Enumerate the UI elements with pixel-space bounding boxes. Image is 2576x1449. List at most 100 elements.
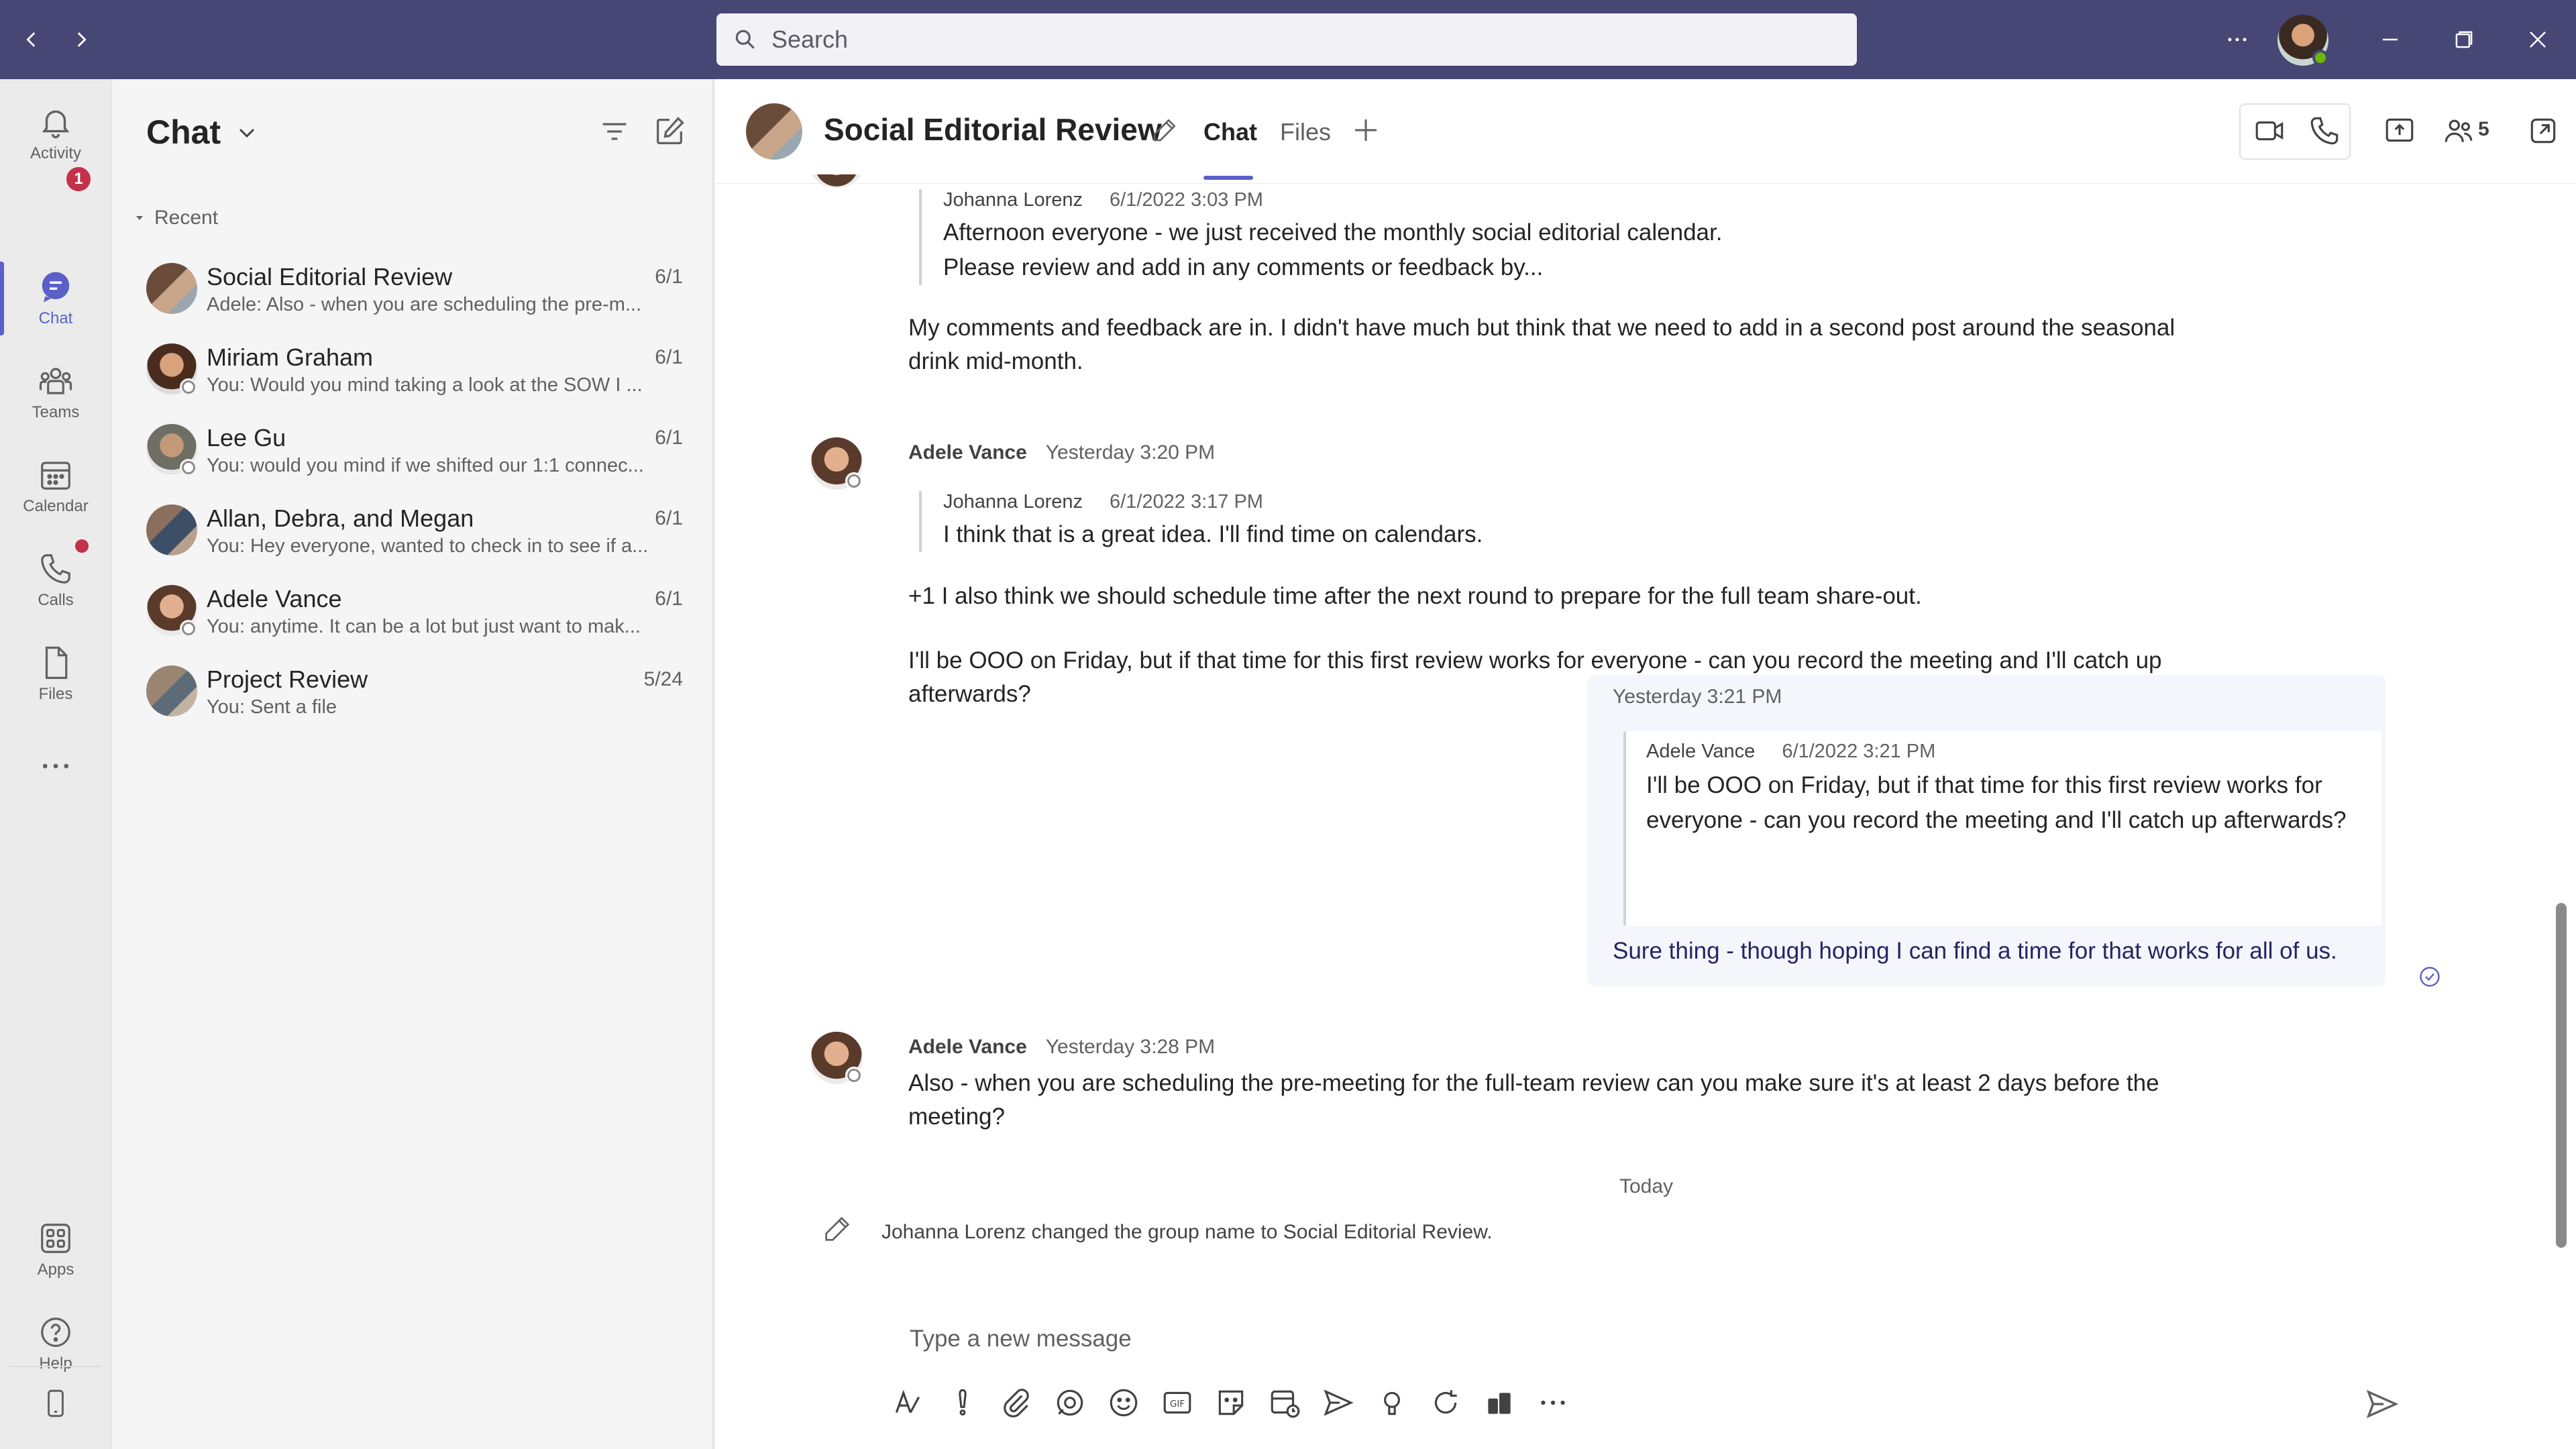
forward-arrow-icon[interactable] <box>64 23 98 56</box>
chat-name: Allan, Debra, and Megan <box>207 504 474 532</box>
audio-call-icon[interactable] <box>2308 114 2341 148</box>
share-screen-icon[interactable] <box>2383 114 2416 148</box>
quoted-message: Johanna Lorenz 6/1/2022 3:17 PM I think t… <box>919 491 1724 552</box>
search-input[interactable]: Search <box>716 13 1857 66</box>
recent-label: Recent <box>154 207 219 229</box>
file-icon <box>45 646 68 680</box>
apps-icon <box>41 1224 70 1253</box>
compose-input[interactable]: Type a new message <box>910 1326 1132 1352</box>
group-avatar <box>146 263 197 314</box>
rail-item-calls[interactable]: Calls <box>0 537 111 624</box>
chat-list-item[interactable]: Lee Gu You: would you mind if we shifted… <box>113 415 714 495</box>
chat-date: 6/1 <box>655 507 683 529</box>
send-icon[interactable] <box>2364 1386 2400 1422</box>
chat-date: 6/1 <box>655 427 683 449</box>
quote-header: Adele Vance 6/1/2022 3:21 PM <box>1646 741 2361 763</box>
edit-pencil-icon <box>825 1216 850 1241</box>
quote-header: Johanna Lorenz 6/1/2022 3:03 PM <box>943 189 1724 211</box>
rail-item-calendar[interactable]: Calendar <box>0 443 111 530</box>
rail-item-apps[interactable]: Apps <box>0 1206 111 1293</box>
restore-icon[interactable] <box>2445 20 2483 59</box>
rail-item-activity[interactable]: Activity <box>0 90 111 177</box>
chat-date: 6/1 <box>655 588 683 610</box>
rail-label: Calendar <box>23 497 89 515</box>
quoted-message: Johanna Lorenz 6/1/2022 3:03 PM Afternoon… <box>919 189 1724 285</box>
rail-item-files[interactable]: Files <box>0 631 111 718</box>
loop-icon[interactable] <box>1053 1386 1087 1419</box>
minimize-icon[interactable] <box>2371 20 2410 59</box>
presence-icon <box>180 378 197 396</box>
title-bar: Search <box>0 0 2576 79</box>
participants-icon[interactable] <box>2442 114 2475 148</box>
presence-icon <box>180 620 197 637</box>
new-chat-icon[interactable] <box>652 114 687 149</box>
rail-label: Apps <box>37 1260 74 1279</box>
close-icon[interactable] <box>2518 20 2557 59</box>
back-arrow-icon[interactable] <box>15 23 48 56</box>
chat-name: Adele Vance <box>207 585 342 612</box>
read-receipt-icon <box>2420 967 2440 987</box>
refresh-icon[interactable] <box>1429 1386 1462 1419</box>
quote-text: Afternoon everyone - we just received th… <box>943 219 1723 280</box>
chat-list-item[interactable]: Miriam Graham You: Would you mind taking… <box>113 334 714 415</box>
app-icon[interactable] <box>1483 1386 1516 1419</box>
quote-author: Johanna Lorenz <box>943 189 1083 211</box>
edit-pencil-icon[interactable] <box>1150 117 1178 145</box>
schedule-meeting-icon[interactable] <box>1268 1386 1301 1419</box>
chevron-down-icon[interactable] <box>233 119 260 146</box>
praise-icon[interactable] <box>1375 1386 1409 1419</box>
rail-more-icon[interactable] <box>0 724 111 812</box>
chat-list-item[interactable]: Social Editorial Review Adele: Also - wh… <box>113 254 714 334</box>
system-message: Johanna Lorenz changed the group name to… <box>881 1221 1493 1243</box>
filter-icon[interactable] <box>597 114 632 149</box>
mobile-device-icon[interactable] <box>9 1366 102 1440</box>
attach-icon[interactable] <box>1000 1386 1033 1419</box>
quoted-message: Adele Vance 6/1/2022 3:21 PM I'll be OOO … <box>1623 731 2381 926</box>
chat-name: Social Editorial Review <box>207 263 453 290</box>
more-options-icon[interactable] <box>1536 1386 1570 1419</box>
recent-section-header[interactable]: Recent <box>131 207 218 229</box>
sticker-icon[interactable] <box>1214 1386 1248 1419</box>
more-options-icon[interactable] <box>2218 20 2257 59</box>
chat-name: Lee Gu <box>207 424 286 451</box>
video-call-icon[interactable] <box>2253 114 2286 148</box>
phone-icon <box>41 554 70 584</box>
rail-label: Teams <box>32 403 80 421</box>
chat-list-item[interactable]: Adele Vance You: anytime. It can be a lo… <box>113 576 714 656</box>
message-text: +1 I also think we should schedule time … <box>908 583 1922 609</box>
gif-icon[interactable]: GIF <box>1161 1386 1194 1419</box>
format-icon[interactable] <box>891 1386 924 1419</box>
message-header: Adele Vance Yesterday 3:20 PM <box>908 441 1215 464</box>
tab-files[interactable]: Files <box>1280 118 1331 146</box>
help-icon <box>41 1318 70 1347</box>
quote-author: Adele Vance <box>1646 741 1756 762</box>
conversation-title: Social Editorial Review <box>824 112 1162 147</box>
message-text: Sure thing - though hoping I can find a … <box>1613 938 2337 964</box>
rail-item-teams[interactable]: Teams <box>0 349 111 436</box>
rail-item-chat[interactable]: Chat <box>0 255 111 342</box>
svg-text:GIF: GIF <box>1170 1399 1185 1409</box>
bell-icon <box>42 110 70 139</box>
conversation-scrollbar[interactable] <box>2556 903 2567 1248</box>
chat-date: 6/1 <box>655 346 683 368</box>
chat-name: Project Review <box>207 665 368 693</box>
send-later-icon[interactable] <box>1322 1386 1355 1419</box>
rail-label: Chat <box>38 309 73 327</box>
chat-list-item[interactable]: Project Review You: Sent a file 5/24 <box>113 656 714 737</box>
chat-preview: You: anytime. It can be a lot but just w… <box>207 616 641 637</box>
active-tab-indicator <box>1203 176 1253 180</box>
chat-list-item[interactable]: Allan, Debra, and Megan You: Hey everyon… <box>113 495 714 576</box>
quote-timestamp: 6/1/2022 3:03 PM <box>1110 189 1263 211</box>
group-avatar <box>746 103 802 160</box>
important-icon[interactable] <box>946 1386 979 1419</box>
tab-chat[interactable]: Chat <box>1203 118 1257 146</box>
quote-text: I think that is a great idea. I'll find … <box>943 521 1483 547</box>
quote-timestamp: 6/1/2022 3:21 PM <box>1782 741 1936 762</box>
rail-label: Activity <box>30 144 81 162</box>
emoji-icon[interactable] <box>1107 1386 1140 1419</box>
calendar-icon <box>41 462 70 490</box>
add-tab-icon[interactable] <box>1350 114 1382 146</box>
pop-out-icon[interactable] <box>2526 114 2560 148</box>
sender-name: Adele Vance <box>908 1036 1027 1058</box>
presence-available-icon <box>2312 50 2328 66</box>
